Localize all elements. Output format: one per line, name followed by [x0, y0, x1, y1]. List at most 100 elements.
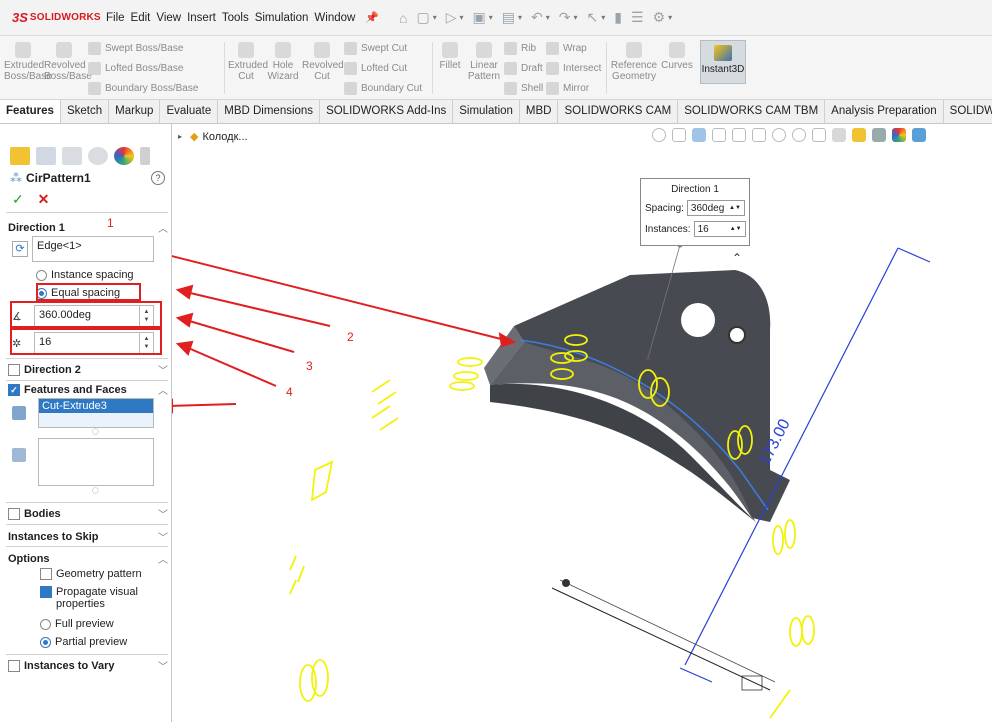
instances-to-vary-header[interactable]: Instances to Vary ﹀	[8, 658, 168, 673]
hole-wizard-button[interactable]: Hole Wizard	[266, 42, 300, 82]
tab-solidworks-addins[interactable]: SOLIDWORKS Add-Ins	[320, 100, 454, 123]
select-icon[interactable]: ↖	[587, 9, 599, 26]
expand-caret-icon[interactable]: ﹀	[158, 362, 168, 377]
collapse-caret-icon[interactable]: ︿	[158, 382, 168, 397]
pin-icon[interactable]: 📌	[365, 11, 379, 24]
menu-window[interactable]: Window	[314, 12, 355, 24]
curves-button[interactable]: Curves	[660, 42, 694, 71]
tab-mbd-dimensions[interactable]: MBD Dimensions	[218, 100, 321, 123]
bodies-header[interactable]: Bodies ﹀	[8, 506, 168, 521]
ok-button[interactable]: ✓	[12, 191, 24, 207]
expand-caret-icon[interactable]: ﹀	[158, 529, 168, 544]
tab-mbd[interactable]: MBD	[520, 100, 559, 123]
expand-caret-icon[interactable]: ﹀	[158, 658, 168, 673]
solidworks-logo[interactable]: 3S SOLIDWORKS	[12, 10, 101, 25]
tab-features[interactable]: Features	[0, 100, 61, 123]
features-to-pattern-list[interactable]: Cut-Extrude3	[38, 398, 154, 428]
collapse-caret-icon[interactable]: ︿	[158, 551, 168, 566]
tab-analysis-preparation[interactable]: Analysis Preparation	[825, 100, 944, 123]
propagate-visual-checkbox[interactable]: Propagate visual properties	[40, 586, 160, 610]
direction1-header[interactable]: Direction 1 ︿	[8, 220, 168, 236]
tab-solidworks-cam-tbm[interactable]: SOLIDWORKS CAM TBM	[678, 100, 826, 123]
undo-icon[interactable]: ↶	[531, 9, 543, 26]
tab-simulation[interactable]: Simulation	[453, 100, 520, 123]
wrap-button[interactable]: Wrap	[546, 42, 587, 55]
lofted-cut-button[interactable]: Lofted Cut	[344, 62, 407, 75]
home-icon[interactable]: ⌂	[399, 10, 407, 26]
spinner-icon[interactable]: ▲▼	[729, 205, 741, 211]
instances-to-vary-checkbox[interactable]	[8, 659, 20, 672]
property-manager-icon[interactable]	[36, 147, 56, 165]
linear-pattern-button[interactable]: Linear Pattern	[466, 42, 502, 82]
revolved-cut-button[interactable]: Revolved Cut	[302, 42, 344, 82]
configuration-manager-icon[interactable]	[62, 147, 82, 165]
dimxpert-icon[interactable]	[88, 147, 108, 165]
pattern-axis-field[interactable]: Edge<1>	[32, 236, 154, 262]
instance-spacing-radio[interactable]: Instance spacing	[36, 269, 134, 281]
boundary-cut-button[interactable]: Boundary Cut	[344, 82, 422, 95]
resize-grip-icon[interactable]: ◯	[92, 487, 99, 494]
faces-to-pattern-list[interactable]	[38, 438, 154, 486]
callout-instances-input[interactable]: 16 ▲▼	[693, 221, 746, 237]
geometry-pattern-checkbox[interactable]: Geometry pattern	[40, 568, 142, 580]
features-faces-checkbox[interactable]: ✓	[8, 383, 20, 396]
tab-solidworks-inspection[interactable]: SOLIDWORKS Inspecti	[944, 100, 992, 123]
selected-feature-item[interactable]: Cut-Extrude3	[39, 399, 153, 413]
property-manager-title: ⁂ CirPattern1 ?	[10, 171, 165, 185]
swept-boss-button[interactable]: Swept Boss/Base	[88, 42, 183, 55]
print-icon[interactable]: ▤	[502, 9, 515, 26]
bodies-checkbox[interactable]	[8, 507, 20, 520]
extruded-cut-button[interactable]: Extruded Cut	[228, 42, 268, 82]
spinner-icon[interactable]: ▲▼	[730, 226, 742, 232]
direction1-callout[interactable]: Direction 1 Spacing: 360deg ▲▼ Instances:…	[640, 178, 750, 246]
help-icon[interactable]: ?	[151, 171, 165, 185]
intersect-button[interactable]: Intersect	[546, 62, 601, 75]
file-properties-icon[interactable]: ☰	[631, 9, 644, 26]
shell-button[interactable]: Shell	[504, 82, 543, 95]
cancel-button[interactable]: ✕	[38, 191, 50, 207]
swept-cut-button[interactable]: Swept Cut	[344, 42, 407, 55]
save-icon[interactable]: ▣	[473, 9, 486, 26]
menu-insert[interactable]: Insert	[187, 12, 216, 24]
rib-button[interactable]: Rib	[504, 42, 536, 55]
full-preview-radio[interactable]: Full preview	[40, 618, 114, 630]
menu-edit[interactable]: Edit	[131, 12, 151, 24]
callout-spacing-input[interactable]: 360deg ▲▼	[686, 200, 745, 216]
options-gear-icon[interactable]: ⚙	[653, 9, 666, 26]
feature-manager-icon[interactable]	[10, 147, 30, 165]
display-manager-icon[interactable]	[114, 147, 134, 165]
tab-sketch[interactable]: Sketch	[61, 100, 110, 123]
open-icon[interactable]: ▷	[446, 9, 457, 26]
resize-grip-icon[interactable]: ◯	[92, 428, 99, 435]
instances-to-skip-header[interactable]: Instances to Skip ﹀	[8, 529, 168, 545]
features-faces-header[interactable]: ✓ Features and Faces ︿	[8, 382, 168, 397]
reference-geometry-button[interactable]: Reference Geometry	[610, 42, 658, 82]
lofted-boss-button[interactable]: Lofted Boss/Base	[88, 62, 183, 75]
extruded-boss-button[interactable]: Extruded Boss/Base	[4, 42, 52, 82]
menu-view[interactable]: View	[156, 12, 181, 24]
expand-caret-icon[interactable]: ﹀	[158, 506, 168, 521]
instant3d-button[interactable]: Instant3D	[700, 40, 746, 84]
boundary-boss-button[interactable]: Boundary Boss/Base	[88, 82, 198, 95]
new-document-icon[interactable]: ▢	[416, 9, 429, 26]
redo-icon[interactable]: ↷	[559, 9, 571, 26]
fillet-button[interactable]: Fillet	[436, 42, 464, 71]
part-body[interactable]	[484, 270, 790, 522]
direction2-header[interactable]: Direction 2 ﹀	[8, 362, 168, 377]
draft-button[interactable]: Draft	[504, 62, 543, 75]
rebuild-icon[interactable]: ▮	[614, 9, 622, 26]
menu-file[interactable]: File	[106, 12, 125, 24]
collapse-callout-icon[interactable]: ⌃	[732, 251, 742, 265]
expand-panel-icon[interactable]	[140, 147, 150, 165]
partial-preview-radio[interactable]: Partial preview	[40, 636, 127, 648]
menu-tools[interactable]: Tools	[222, 12, 249, 24]
menu-simulation[interactable]: Simulation	[255, 12, 309, 24]
collapse-caret-icon[interactable]: ︿	[158, 220, 168, 235]
mirror-button[interactable]: Mirror	[546, 82, 589, 95]
options-header[interactable]: Options ︿	[8, 551, 168, 567]
tab-markup[interactable]: Markup	[109, 100, 161, 123]
direction2-checkbox[interactable]	[8, 363, 20, 376]
revolved-boss-button[interactable]: Revolved Boss/Base	[44, 42, 92, 82]
tab-evaluate[interactable]: Evaluate	[160, 100, 219, 123]
tab-solidworks-cam[interactable]: SOLIDWORKS CAM	[558, 100, 679, 123]
